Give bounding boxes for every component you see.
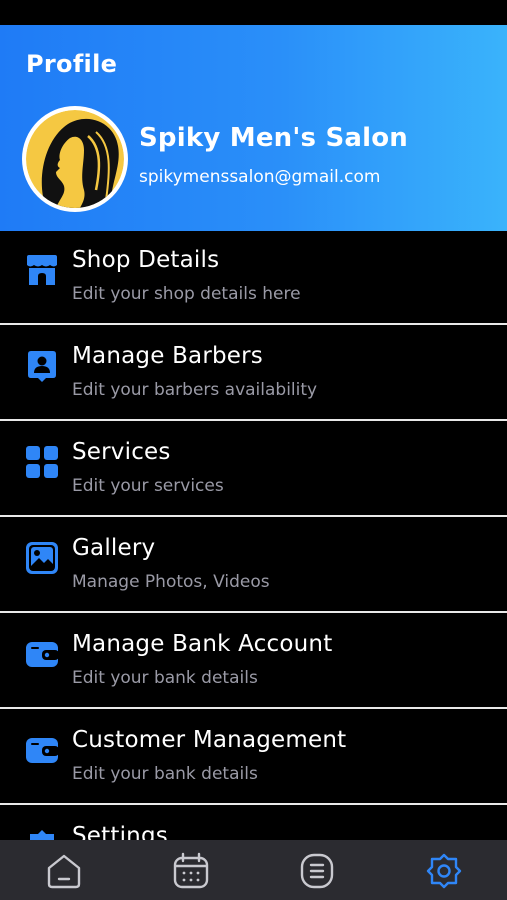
menu-item-shop-details[interactable]: Shop Details Edit your shop details here — [0, 231, 507, 325]
calendar-icon[interactable] — [172, 852, 210, 890]
profile-header: Profile Spiky Men's Salon spikymenssalon… — [0, 25, 507, 231]
profile-name: Spiky Men's Salon — [139, 123, 408, 153]
menu-item-subtitle: Manage Photos, Videos — [72, 572, 270, 592]
menu-item-customer-management[interactable]: Customer Management Edit your bank detai… — [0, 711, 507, 805]
wallet-icon — [26, 738, 59, 763]
menu-item-subtitle: Edit your bank details — [72, 764, 258, 784]
menu-item-settings[interactable]: Settings — [0, 807, 507, 840]
wallet-icon — [26, 642, 59, 667]
woman-silhouette-icon — [26, 110, 124, 208]
home-icon[interactable] — [45, 852, 83, 890]
menu-item-title: Settings — [72, 823, 168, 840]
menu-item-manage-bank-account[interactable]: Manage Bank Account Edit your bank detai… — [0, 615, 507, 709]
menu-item-title: Manage Barbers — [72, 343, 263, 369]
grid-icon — [26, 446, 58, 478]
menu-item-title: Customer Management — [72, 727, 347, 753]
profile-email: spikymenssalon@gmail.com — [139, 167, 381, 187]
menu-item-gallery[interactable]: Gallery Manage Photos, Videos — [0, 519, 507, 613]
image-icon — [26, 542, 58, 574]
settings-menu: Shop Details Edit your shop details here… — [0, 231, 507, 840]
menu-item-title: Manage Bank Account — [72, 631, 333, 657]
status-bar — [0, 0, 507, 25]
menu-item-subtitle: Edit your services — [72, 476, 224, 496]
user-badge-icon — [28, 351, 56, 382]
store-icon — [27, 255, 57, 285]
settings-icon — [30, 830, 54, 840]
menu-item-manage-barbers[interactable]: Manage Barbers Edit your barbers availab… — [0, 327, 507, 421]
bottom-nav — [0, 840, 507, 900]
list-icon[interactable] — [298, 852, 336, 890]
menu-item-title: Shop Details — [72, 247, 220, 273]
page-title: Profile — [26, 50, 118, 78]
menu-item-title: Gallery — [72, 535, 156, 561]
menu-item-subtitle: Edit your bank details — [72, 668, 258, 688]
avatar[interactable] — [22, 106, 128, 212]
menu-item-services[interactable]: Services Edit your services — [0, 423, 507, 517]
menu-item-subtitle: Edit your barbers availability — [72, 380, 318, 400]
menu-item-subtitle: Edit your shop details here — [72, 284, 301, 304]
menu-item-title: Services — [72, 439, 171, 465]
settings-icon[interactable] — [425, 852, 463, 890]
